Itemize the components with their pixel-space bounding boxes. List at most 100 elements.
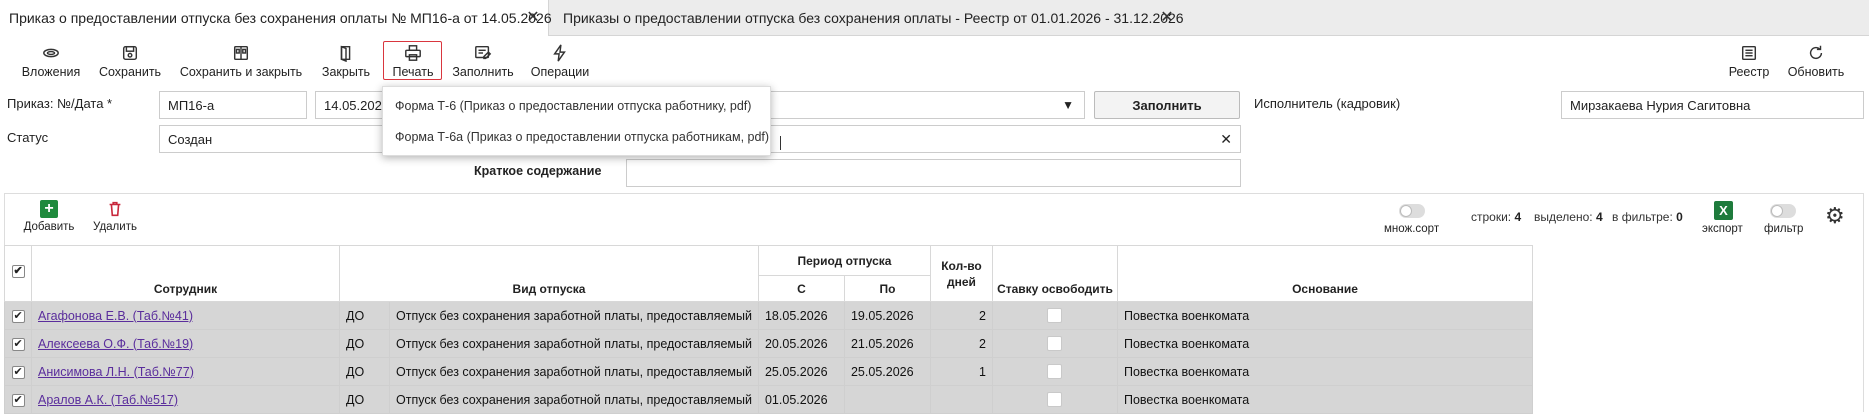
registry-icon xyxy=(1741,45,1757,61)
from-header[interactable]: С xyxy=(757,275,845,302)
settings-gear-icon[interactable]: ⚙ xyxy=(1825,205,1845,227)
rows-label: строки: xyxy=(1471,210,1512,224)
leave-type: Отпуск без сохранения заработной платы, … xyxy=(389,357,759,386)
print-menu-item-t6a[interactable]: Форма Т-6а (Приказ о предоставлении отпу… xyxy=(395,130,769,144)
multisort-toggle[interactable] xyxy=(1399,204,1425,218)
export-label: экспорт xyxy=(1702,223,1743,235)
leave-type: Отпуск без сохранения заработной платы, … xyxy=(389,329,759,358)
leave-type: Отпуск без сохранения заработной платы, … xyxy=(389,301,759,330)
print-menu-item-t6[interactable]: Форма Т-6 (Приказ о предоставлении отпус… xyxy=(395,99,751,113)
tab-order-title: Приказ о предоставлении отпуска без сохр… xyxy=(9,10,552,26)
date-to: 19.05.2026 xyxy=(843,301,931,330)
trash-icon xyxy=(109,201,121,217)
close-button[interactable]: Закрыть xyxy=(320,44,372,79)
save-close-button[interactable]: Сохранить и закрыть xyxy=(178,44,304,79)
employees-table: Сотрудник Вид отпуска Период отпуска Кол… xyxy=(4,245,1533,414)
close-icon[interactable]: ✕ xyxy=(1158,9,1176,27)
print-label: Печать xyxy=(392,65,434,79)
registry-label: Реестр xyxy=(1728,65,1770,79)
employee-link[interactable]: Агафонова Е.В. (Таб.№41) xyxy=(31,301,340,330)
employee-link[interactable]: Аралов А.К. (Таб.№517) xyxy=(31,385,340,414)
employee-header[interactable]: Сотрудник xyxy=(31,245,340,302)
text-cursor-icon xyxy=(780,136,781,150)
delete-label: Удалить xyxy=(93,221,137,233)
fill-label: Заполнить xyxy=(452,65,514,79)
order-label: Приказ: №/Дата * xyxy=(7,96,113,111)
multisort-label: множ.сорт xyxy=(1384,223,1440,235)
row-checkbox[interactable] xyxy=(11,365,25,379)
leave-type-header[interactable]: Вид отпуска xyxy=(339,245,759,302)
door-icon xyxy=(340,45,351,62)
to-header[interactable]: По xyxy=(843,275,931,302)
print-menu: Форма Т-6 (Приказ о предоставлении отпус… xyxy=(382,86,771,156)
select-all-checkbox[interactable] xyxy=(11,264,25,279)
select-all-cell xyxy=(4,245,32,302)
status-label: Статус xyxy=(7,130,49,145)
printer-icon xyxy=(405,45,421,61)
summary-label: Краткое содержание xyxy=(474,164,602,178)
table-row[interactable]: Анисимова Л.Н. (Таб.№77) ДО Отпуск без с… xyxy=(4,357,1533,386)
selected-label: выделено: xyxy=(1534,210,1593,224)
filter-toggle[interactable] xyxy=(1770,204,1796,218)
operations-button[interactable]: Операции xyxy=(530,44,590,79)
row-checkbox[interactable] xyxy=(11,393,25,407)
table-row[interactable]: Агафонова Е.В. (Таб.№41) ДО Отпуск без с… xyxy=(4,301,1533,330)
print-button[interactable]: Печать xyxy=(385,44,441,79)
tab-registry[interactable]: Приказы о предоставлении отпуска без сох… xyxy=(554,0,1184,36)
delete-button[interactable]: Удалить xyxy=(90,200,140,233)
row-checkbox[interactable] xyxy=(11,309,25,323)
tab-bar: Приказ о предоставлении отпуска без сохр… xyxy=(0,0,1869,36)
selected-count: 4 xyxy=(1595,210,1603,224)
date-to xyxy=(843,385,931,414)
in-filter-count: 0 xyxy=(1676,210,1683,224)
in-filter-label: в фильтре: xyxy=(1612,210,1673,224)
leave-code: ДО xyxy=(339,329,390,358)
attachments-label: Вложения xyxy=(21,65,81,79)
attachments-button[interactable]: Вложения xyxy=(20,44,82,79)
order-date-value: 14.05.2026 xyxy=(324,97,390,113)
release-rate-checkbox[interactable] xyxy=(1047,336,1063,352)
registry-button[interactable]: Реестр xyxy=(1727,44,1771,79)
floppy-icon xyxy=(122,45,138,61)
date-from: 18.05.2026 xyxy=(757,301,845,330)
chevron-down-icon[interactable]: ▼ xyxy=(1062,98,1074,112)
add-button[interactable]: + Добавить xyxy=(22,200,76,233)
leave-code: ДО xyxy=(339,385,390,414)
excel-icon[interactable]: X xyxy=(1714,201,1733,220)
rows-count: 4 xyxy=(1514,210,1522,224)
refresh-label: Обновить xyxy=(1787,65,1845,79)
release-rate-header[interactable]: Ставку освободить xyxy=(991,245,1118,302)
basis-header[interactable]: Основание xyxy=(1116,245,1533,302)
release-rate-checkbox[interactable] xyxy=(1047,364,1063,380)
days-header[interactable]: Кол-во дней xyxy=(929,245,993,302)
employee-link[interactable]: Алексеева О.Ф. (Таб.№19) xyxy=(31,329,340,358)
fill-button[interactable]: Заполнить xyxy=(452,44,514,79)
status-value: Создан xyxy=(168,131,213,147)
fill-form-button[interactable]: Заполнить xyxy=(1094,91,1240,119)
days-count: 2 xyxy=(929,301,993,330)
summary-field[interactable] xyxy=(626,159,1241,187)
date-to: 21.05.2026 xyxy=(843,329,931,358)
save-button[interactable]: Сохранить xyxy=(98,44,162,79)
filter-label: фильтр xyxy=(1764,223,1804,235)
basis-cell: Повестка военкомата xyxy=(1116,301,1533,330)
release-rate-checkbox[interactable] xyxy=(1047,392,1063,408)
employee-link[interactable]: Анисимова Л.Н. (Таб.№77) xyxy=(31,357,340,386)
tab-registry-title: Приказы о предоставлении отпуска без сох… xyxy=(563,10,1184,26)
executor-field[interactable]: Мирзакаева Нурия Сагитовна xyxy=(1561,91,1864,119)
row-checkbox[interactable] xyxy=(11,337,25,351)
table-row[interactable]: Алексеева О.Ф. (Таб.№19) ДО Отпуск без с… xyxy=(4,329,1533,358)
operations-label: Операции xyxy=(530,65,590,79)
basis-cell: Повестка военкомата xyxy=(1116,357,1533,386)
days-count: 2 xyxy=(929,329,993,358)
tab-order[interactable]: Приказ о предоставлении отпуска без сохр… xyxy=(0,0,552,36)
leave-type: Отпуск без сохранения заработной платы, … xyxy=(389,385,759,414)
release-rate-checkbox[interactable] xyxy=(1047,308,1063,324)
paperclip-icon xyxy=(43,48,59,58)
refresh-button[interactable]: Обновить xyxy=(1786,44,1846,79)
table-row[interactable]: Аралов А.К. (Таб.№517) ДО Отпуск без сох… xyxy=(4,385,1533,414)
order-number-field[interactable]: МП16-а xyxy=(159,91,307,119)
clear-icon[interactable]: ✕ xyxy=(1220,131,1232,148)
close-icon[interactable]: ✕ xyxy=(524,9,542,27)
save-label: Сохранить xyxy=(98,65,162,79)
